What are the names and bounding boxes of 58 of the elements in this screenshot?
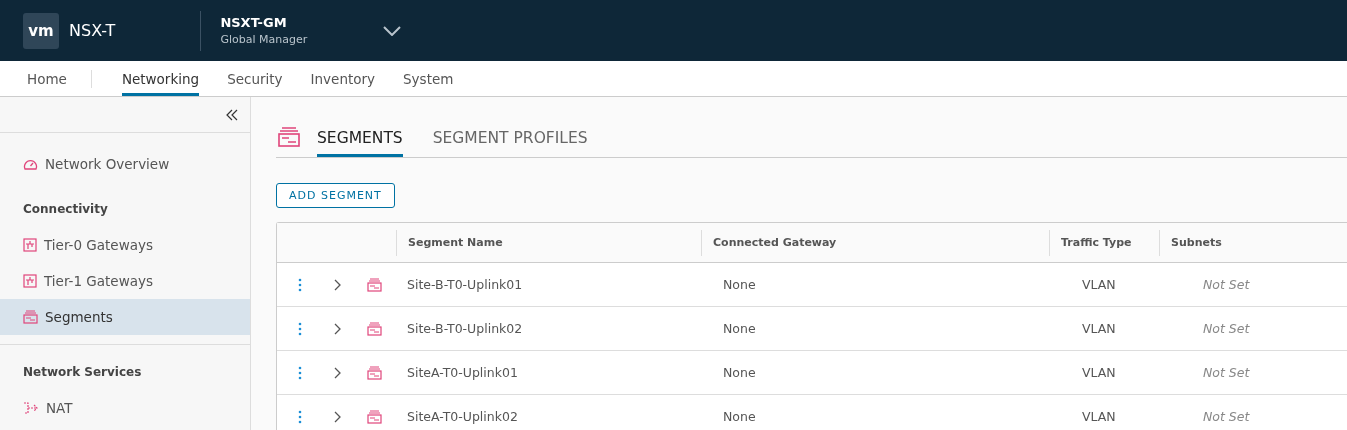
section-header: Network Services <box>23 365 143 380</box>
page-tab[interactable]: SEGMENTS <box>317 127 403 157</box>
table-cell-text: VLAN <box>1081 321 1117 336</box>
more-icon[interactable] <box>298 409 302 424</box>
more-icon[interactable] <box>298 365 302 380</box>
column-header: Connected Gateway <box>701 229 1049 256</box>
nav-tab[interactable]: Inventory <box>310 61 376 96</box>
segment-icon <box>367 321 382 336</box>
nav-tab[interactable]: Home <box>27 61 67 96</box>
table-cell-text: SiteA-T0-Uplink01 <box>406 365 519 380</box>
collapse-icon[interactable] <box>226 108 238 121</box>
segment-icon <box>367 409 382 424</box>
segment-icon <box>367 365 382 380</box>
segment-icon <box>278 127 300 147</box>
expand-icon[interactable] <box>334 366 341 379</box>
sidebar-item[interactable]: Network Overview <box>0 146 250 182</box>
sidebar-item[interactable]: Tier-1 Gateways <box>0 263 250 299</box>
page-tab[interactable]: SEGMENT PROFILES <box>432 127 588 157</box>
manager-name: NSXT-GM <box>220 15 288 30</box>
table-cell-text: None <box>722 409 757 424</box>
section-header: Connectivity <box>23 202 109 217</box>
expand-icon[interactable] <box>334 322 341 335</box>
gateway-icon <box>23 238 37 252</box>
nav-tab[interactable]: Security <box>227 61 283 96</box>
chevron-down-icon[interactable] <box>383 25 402 36</box>
table-cell-text: SiteA-T0-Uplink02 <box>406 409 519 424</box>
sidebar-item[interactable]: Tier-0 Gateways <box>0 227 250 263</box>
column-header: Segment Name <box>396 229 701 256</box>
add-segment-button[interactable]: ADD SEGMENT <box>276 183 395 208</box>
logo[interactable]: vm <box>23 12 59 49</box>
column-header: Subnets <box>1159 229 1347 256</box>
more-icon[interactable] <box>298 277 302 292</box>
nav-tab[interactable]: System <box>403 61 454 96</box>
product-name: NSX-T <box>69 21 116 40</box>
segment-icon <box>23 310 38 324</box>
table-cell-text: Not Set <box>1202 365 1251 380</box>
table-cell-text: Not Set <box>1202 321 1251 336</box>
table-cell-text: Site-B-T0-Uplink02 <box>406 321 524 336</box>
column-header: Traffic Type <box>1049 229 1159 256</box>
sidebar-item[interactable]: NAT <box>0 390 250 426</box>
segment-icon <box>367 277 382 292</box>
table-cell-text: VLAN <box>1081 277 1117 292</box>
table-cell-text: None <box>722 321 757 336</box>
more-icon[interactable] <box>298 321 302 336</box>
table-cell-text: VLAN <box>1081 409 1117 424</box>
gauge-icon <box>23 157 38 171</box>
sidebar-item[interactable]: Segments <box>0 299 250 335</box>
table-cell-text: Not Set <box>1202 409 1251 424</box>
gateway-icon <box>23 274 37 288</box>
table-cell-text: Site-B-T0-Uplink01 <box>406 277 524 292</box>
table-cell-text: VLAN <box>1081 365 1117 380</box>
nat-icon <box>23 401 39 415</box>
manager-role: Global Manager <box>220 33 308 46</box>
table-cell-text: None <box>722 365 757 380</box>
table-cell-text: Not Set <box>1202 277 1251 292</box>
expand-icon[interactable] <box>334 410 341 423</box>
table-cell-text: None <box>722 277 757 292</box>
expand-icon[interactable] <box>334 278 341 291</box>
